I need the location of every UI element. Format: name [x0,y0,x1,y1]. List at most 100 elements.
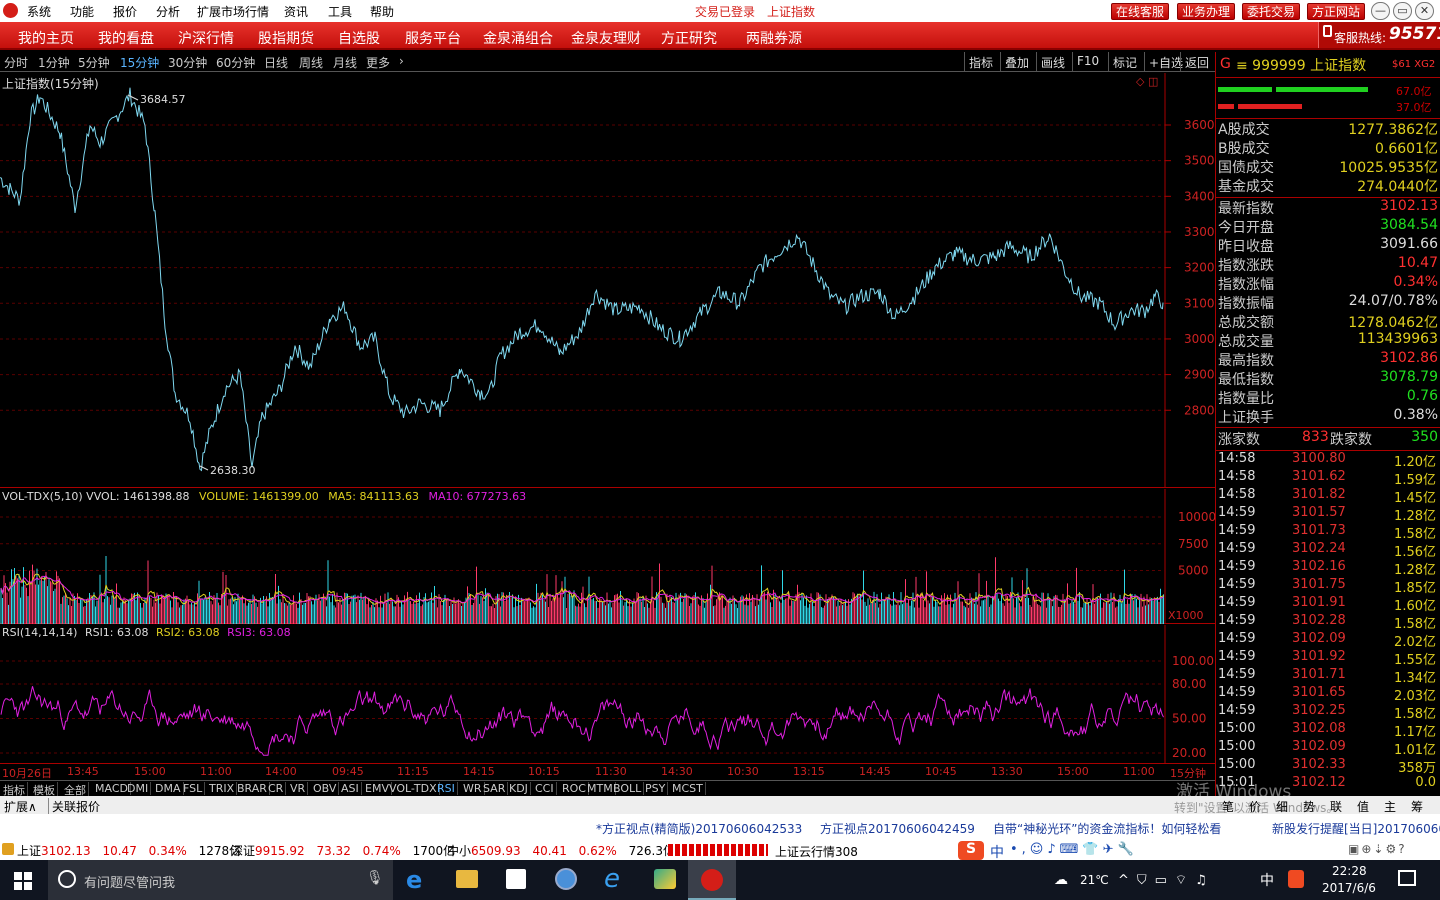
nav-portfolio[interactable]: 金泉涌组合 [483,28,553,48]
indicator-tab-roc[interactable]: ROC [562,782,589,795]
indicator-tab-vol-tdx[interactable]: VOL-TDX [389,782,440,795]
nav-services[interactable]: 服务平台 [405,28,461,48]
minimize-button[interactable]: — [1371,2,1390,20]
menu-info[interactable]: 资讯 [284,3,308,20]
indicator-tab-cr[interactable]: CR [268,782,287,795]
detail-tab[interactable]: 势 [1303,798,1315,815]
news-item-3[interactable]: 自带“神秘光环”的资金流指标！如何轻松看 [993,820,1221,837]
news-item-2[interactable]: 方正视点20170606042459 [820,820,975,837]
period-tab-60min[interactable]: 60分钟 [216,54,255,71]
indicator-tab-macd[interactable]: MACD [95,782,131,795]
tray-mini-icons[interactable]: ▣⊕⇣⚙? [1348,842,1407,856]
clock-time[interactable]: 22:28 [1332,864,1367,878]
news-item-1[interactable]: *方正视点(精简版)20170606042533 [596,820,802,837]
detail-tab[interactable]: 细 [1276,798,1288,815]
period-tab-month[interactable]: 月线 [333,54,357,71]
founder-app-taskbar-button[interactable] [688,860,736,900]
maximize-button[interactable]: ▭ [1393,2,1412,20]
menu-tools[interactable]: 工具 [328,3,352,20]
menu-ext-market[interactable]: 扩展市场行情 [197,3,269,20]
period-tab-5min[interactable]: 5分钟 [78,54,110,71]
period-tab-15min[interactable]: 15分钟 [120,54,159,71]
edge-icon[interactable]: e [406,866,422,894]
f10-button[interactable]: F10 [1072,52,1103,72]
microphone-icon[interactable]: 🎙 [366,870,384,886]
detail-tab[interactable]: 价 [1249,798,1261,815]
indicator-tab-mcst[interactable]: MCST [672,782,706,795]
detail-tab[interactable]: 筹 [1411,798,1423,815]
nav-research[interactable]: 方正研究 [661,28,717,48]
nav-favorites[interactable]: 自选股 [338,28,380,48]
indicator-tab-fsl[interactable]: FSL [183,782,206,795]
menu-analysis[interactable]: 分析 [156,3,180,20]
detail-tab[interactable]: 主 [1384,798,1396,815]
notification-icon[interactable] [1398,870,1416,886]
sogou-ime-icon[interactable]: S [958,841,984,860]
login-status[interactable]: 交易已登录 [695,3,755,20]
indicator-button[interactable]: 指标 [964,52,997,72]
back-button[interactable]: 返回 [1180,52,1213,72]
menu-system[interactable]: 系统 [27,3,51,20]
indicator-tab-sar[interactable]: SAR [483,782,509,795]
detail-tab[interactable]: 值 [1357,798,1369,815]
online-service-button[interactable]: 在线客服 [1111,3,1170,20]
taskbar-ime[interactable]: 中 [1260,870,1274,890]
app-icon[interactable] [654,869,676,889]
overlay-button[interactable]: 叠加 [1000,52,1033,72]
chevron-right-icon[interactable]: › [399,54,404,68]
business-button[interactable]: 业务办理 [1177,3,1236,20]
menu-quote[interactable]: 报价 [113,3,137,20]
draw-line-button[interactable]: 画线 [1036,52,1069,72]
file-explorer-icon[interactable] [456,870,478,888]
detail-tab[interactable]: 联 [1330,798,1342,815]
sz-index-status[interactable]: 深证9915.92 73.32 0.74% 1700亿 [231,842,455,859]
indicator-tab-obv[interactable]: OBV [313,782,340,795]
indicator-tab-psy[interactable]: PSY [645,782,669,795]
ime-mode[interactable]: 中 [990,842,1004,862]
nav-watch[interactable]: 我的看盘 [98,28,154,48]
detail-tab[interactable]: 笔 [1222,798,1234,815]
indicator-tab-asi[interactable]: ASI [341,782,362,795]
zx-index-status[interactable]: 中小6509.93 40.41 0.62% 726.3亿 [447,842,675,859]
nav-futures[interactable]: 股指期货 [258,28,314,48]
nav-market[interactable]: 沪深行情 [178,28,234,48]
website-button[interactable]: 方正网站 [1307,3,1366,20]
indicator-tab-cci[interactable]: CCI [535,782,557,795]
network-app-icon[interactable] [555,868,577,890]
indicator-tab-dmi[interactable]: DMI [127,782,152,795]
weather-icon[interactable]: ☁ [1054,872,1068,888]
period-tab-realtime[interactable]: 分时 [4,54,28,71]
indicator-tab-emv[interactable]: EMV [365,782,392,795]
sh-index-status[interactable]: 上证3102.13 10.47 0.34% 1278亿 [17,842,241,859]
ie-icon[interactable]: e [604,864,620,894]
news-item-4[interactable]: 新股发行提醒[当日]201706060 [1272,820,1440,837]
windows-start-icon[interactable] [14,872,32,890]
nav-margin[interactable]: 两融券源 [746,28,802,48]
expand-button[interactable]: 扩展∧ [4,798,37,815]
indicator-tab-trix[interactable]: TRIX [209,782,238,795]
indicator-tab-dma[interactable]: DMA [155,782,184,795]
period-tab-day[interactable]: 日线 [264,54,288,71]
menu-function[interactable]: 功能 [70,3,94,20]
linked-quote-button[interactable]: 关联报价 [48,798,100,815]
close-button[interactable]: ✕ [1415,2,1434,20]
period-tab-1min[interactable]: 1分钟 [38,54,70,71]
store-icon[interactable] [506,869,526,889]
indicator-tab-brar[interactable]: BRAR [237,782,270,795]
ime-toolbar-icons[interactable]: •,☺♪⌨👕✈🔧 [1010,842,1138,857]
mark-button[interactable]: 标记 [1108,52,1141,72]
indicator-tab-boll[interactable]: BOLL [613,782,645,795]
cortana-search-box[interactable]: 有问题尽管问我 🎙 [48,860,393,900]
clock-date[interactable]: 2017/6/6 [1322,881,1376,895]
indicator-tab-vr[interactable]: VR [290,782,309,795]
period-tab-week[interactable]: 周线 [299,54,323,71]
tray-icons[interactable]: ^⛉▭⌔♫ [1118,872,1215,888]
trade-button[interactable]: 委托交易 [1242,3,1301,20]
indicator-tab-kdj[interactable]: KDJ [509,782,531,795]
period-tab-30min[interactable]: 30分钟 [168,54,207,71]
nav-home[interactable]: 我的主页 [18,28,74,48]
indicator-tab-rsi[interactable]: RSI [437,782,458,795]
indicator-tab-wr[interactable]: WR [463,782,485,795]
nav-finance[interactable]: 金泉友理财 [571,28,641,48]
period-tab-more[interactable]: 更多 [366,54,390,71]
